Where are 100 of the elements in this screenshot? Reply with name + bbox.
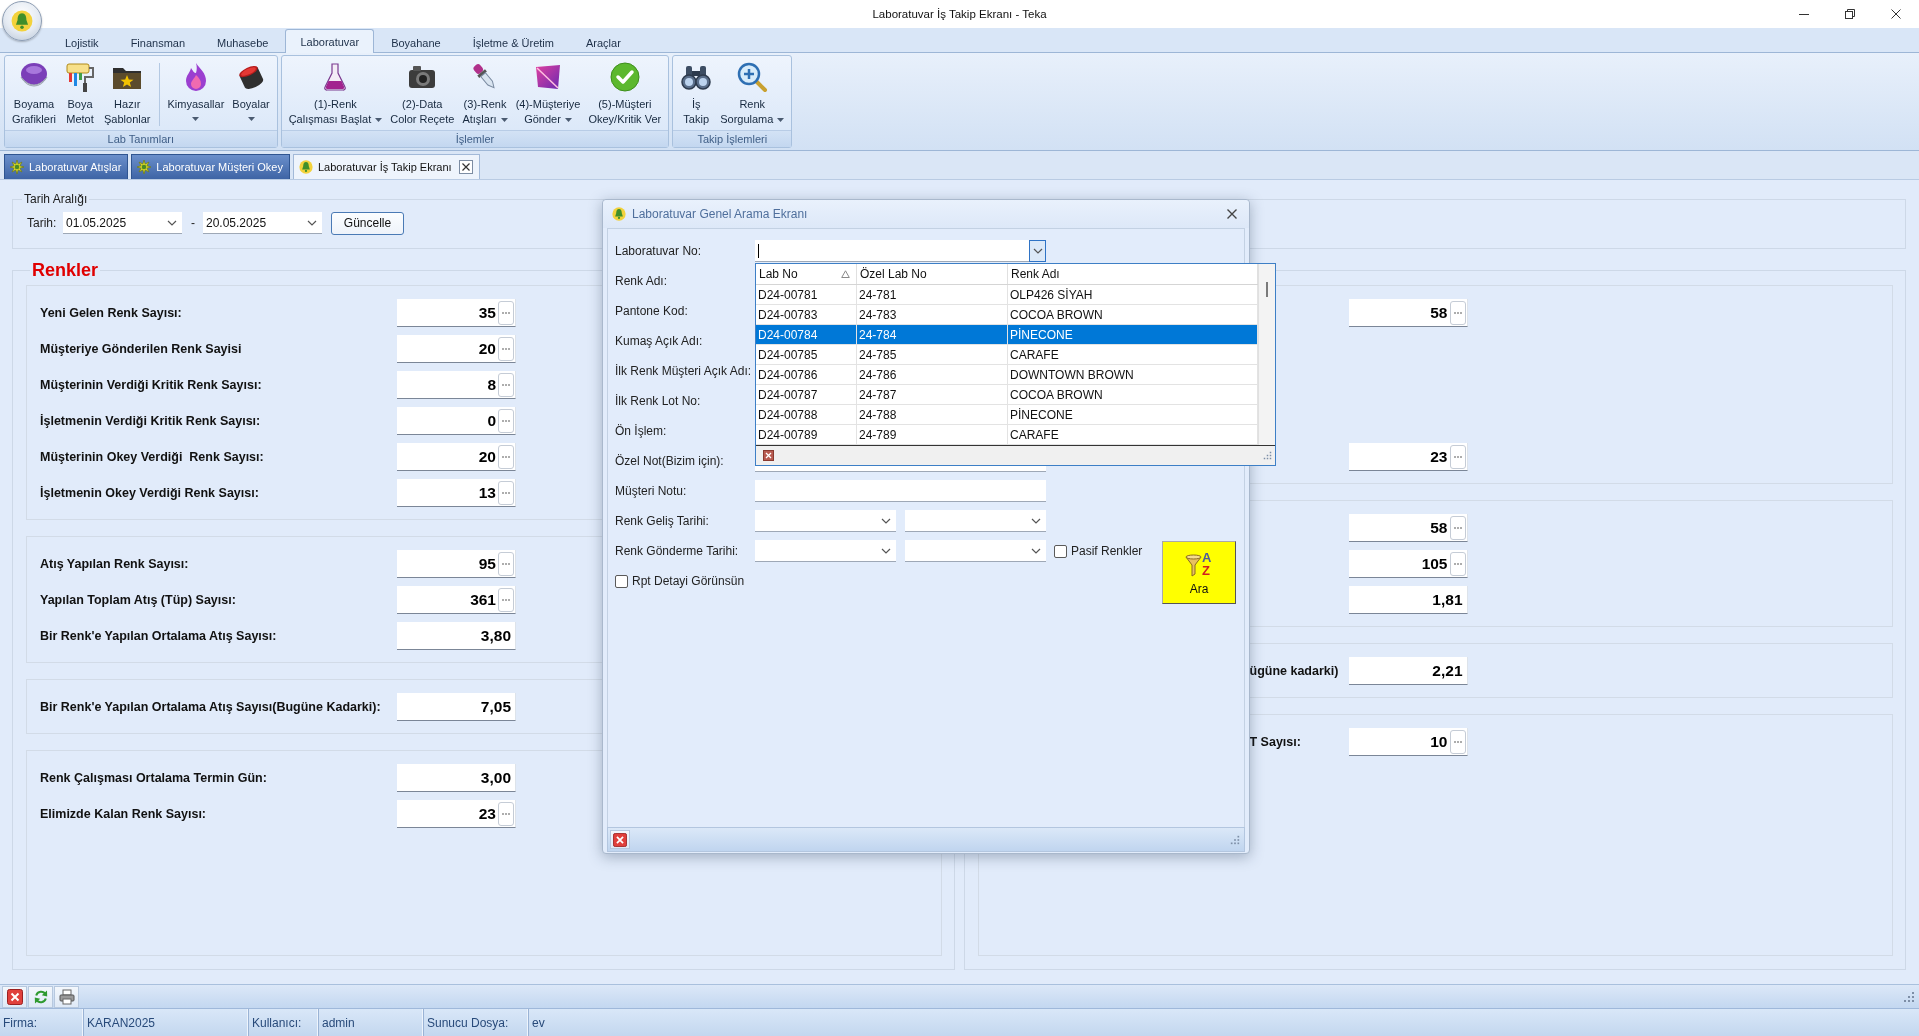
status-cell: admin	[319, 1009, 424, 1036]
checkbox[interactable]	[1054, 544, 1067, 558]
ellipsis-button[interactable]	[498, 336, 514, 361]
ellipsis-button[interactable]	[1449, 551, 1466, 576]
value-field[interactable]: 23	[397, 800, 516, 828]
scrollbar[interactable]	[1258, 264, 1275, 445]
value-field[interactable]: 58	[1348, 514, 1468, 542]
ellipsis-button[interactable]	[498, 372, 514, 397]
value-field[interactable]: 23	[1348, 443, 1468, 471]
document-tab[interactable]: Laboratuvar İş Takip Ekranı	[292, 154, 480, 179]
ellipsis-button[interactable]	[498, 444, 514, 469]
ribbon-tab[interactable]: Muhasebe	[202, 31, 284, 53]
value-field[interactable]: 8	[397, 371, 516, 399]
value-field[interactable]: 58	[1348, 299, 1468, 327]
checkbox[interactable]	[615, 574, 628, 588]
date-picker[interactable]	[905, 540, 1046, 562]
ribbon-button[interactable]: Renk Sorgulama	[716, 61, 789, 127]
value-field[interactable]: 10	[1348, 728, 1468, 756]
close-button[interactable]	[763, 450, 774, 461]
table-cell: D24-00785	[756, 345, 857, 364]
stat-label: Atış Yapılan Renk Sayısı:	[40, 557, 190, 571]
value-field[interactable]: 20	[397, 335, 516, 363]
ellipsis-button[interactable]	[498, 801, 514, 826]
starburst-icon	[10, 160, 24, 174]
update-button[interactable]: Güncelle	[331, 211, 404, 235]
ribbon-button[interactable]: Boyalar	[228, 61, 274, 121]
date-picker[interactable]: 01.05.2025	[63, 212, 182, 234]
ellipsis-button[interactable]	[498, 551, 514, 576]
date-picker[interactable]	[905, 510, 1046, 532]
ellipsis-button[interactable]	[1449, 515, 1466, 540]
ribbon-button[interactable]: (1)-Renk Çalışması Başlat	[284, 61, 387, 127]
ribbon-tab[interactable]: Boyahane	[376, 31, 456, 53]
value-field[interactable]: 3,80	[397, 622, 516, 650]
table-cell: 24-786	[857, 365, 1008, 384]
value-field[interactable]: 1,81	[1348, 586, 1468, 614]
ribbon-tab[interactable]: Araçlar	[571, 31, 636, 53]
list-row[interactable]: D24-00786 24-786 DOWNTOWN BROWN	[756, 365, 1258, 385]
list-row[interactable]: D24-00787 24-787 COCOA BROWN	[756, 385, 1258, 405]
input-field[interactable]	[755, 480, 1046, 502]
chevron-down-icon	[307, 219, 317, 226]
date-picker[interactable]	[755, 510, 896, 532]
ribbon-tab[interactable]: Finansman	[115, 31, 201, 53]
ellipsis-button[interactable]	[1449, 300, 1466, 325]
list-row[interactable]: D24-00785 24-785 CARAFE	[756, 345, 1258, 365]
ribbon-button[interactable]: (5)-Müşteri Okey/Kritik Ver	[584, 61, 666, 127]
value-field[interactable]: 361	[397, 586, 516, 614]
ribbon-button[interactable]: Boyama Grafikleri	[8, 61, 60, 127]
scroll-thumb[interactable]	[1266, 282, 1268, 297]
date-picker[interactable]: 20.05.2025	[203, 212, 322, 234]
list-row[interactable]: D24-00781 24-781 OLP426 SİYAH	[756, 285, 1258, 305]
ribbon-button[interactable]: İş Takip	[676, 61, 717, 127]
chevron-down-icon	[167, 219, 177, 226]
ellipsis-button[interactable]	[498, 300, 514, 325]
ribbon-tab[interactable]: İşletme & Üretim	[457, 31, 569, 53]
ellipsis-button[interactable]	[498, 587, 514, 612]
close-tab-button[interactable]	[458, 160, 473, 174]
field-label: Renk Geliş Tarihi:	[615, 514, 710, 528]
field-label: Tarih:	[27, 216, 58, 230]
ellipsis-button[interactable]	[1449, 729, 1466, 754]
combo-box[interactable]	[755, 240, 1046, 262]
ribbon-tab[interactable]: Laboratuvar	[285, 29, 375, 53]
ribbon-button[interactable]: Kimyasallar	[163, 61, 229, 121]
value-field[interactable]: 105	[1348, 550, 1468, 578]
ellipsis-button[interactable]	[498, 408, 514, 433]
status-cell: Kullanıcı:	[249, 1009, 319, 1036]
document-tab[interactable]: Laboratuvar Atışlar	[4, 154, 129, 179]
search-button[interactable]: A Z Ara	[1162, 541, 1236, 604]
value-field[interactable]: 13	[397, 479, 516, 507]
ribbon-tab[interactable]: Lojistik	[50, 31, 114, 53]
list-row[interactable]: D24-00784 24-784 PİNECONE	[756, 325, 1258, 345]
stat-label: İşletmenin Okey Verdiği Renk Sayısı:	[40, 486, 260, 500]
refresh-button[interactable]	[28, 985, 53, 1008]
dropdown-button[interactable]	[1029, 239, 1046, 262]
ribbon-button[interactable]: Hazır Şablonlar	[100, 61, 155, 127]
checkbox-label[interactable]: Rpt Detayi Görünsün	[632, 574, 745, 588]
refresh-icon	[32, 988, 49, 1005]
group-title: İşlemler	[281, 130, 669, 147]
column-header[interactable]: Lab No	[756, 264, 857, 284]
ribbon-button[interactable]: (2)-Data Color Reçete	[386, 61, 459, 127]
print-button[interactable]	[54, 985, 79, 1008]
ribbon-button[interactable]: (3)-Renk Atışları	[458, 61, 512, 127]
date-picker[interactable]	[755, 540, 896, 562]
chevron-down-icon	[1031, 547, 1041, 554]
value-field[interactable]: 0	[397, 407, 516, 435]
list-row[interactable]: D24-00788 24-788 PİNECONE	[756, 405, 1258, 425]
value-field[interactable]: 20	[397, 443, 516, 471]
column-header[interactable]: Özel Lab No	[857, 264, 1008, 284]
ellipsis-button[interactable]	[1449, 444, 1466, 469]
ellipsis-icon	[502, 491, 510, 494]
ribbon-button[interactable]: (4)-Müşteriye Gönder	[511, 61, 585, 127]
document-tab[interactable]: Laboratuvar Müşteri Okey	[131, 154, 290, 179]
value-field[interactable]: 2,21	[1348, 657, 1468, 685]
checkbox-label[interactable]: Pasif Renkler	[1071, 544, 1143, 558]
status-cell-text: ev	[531, 1014, 546, 1032]
ellipsis-button[interactable]	[498, 480, 514, 505]
value-field[interactable]: 3,00	[397, 764, 516, 792]
value-field[interactable]: 35	[397, 299, 516, 327]
ribbon-button[interactable]: Boya Metot	[60, 61, 100, 127]
value-field[interactable]: 95	[397, 550, 516, 578]
value-field[interactable]: 7,05	[397, 693, 516, 721]
